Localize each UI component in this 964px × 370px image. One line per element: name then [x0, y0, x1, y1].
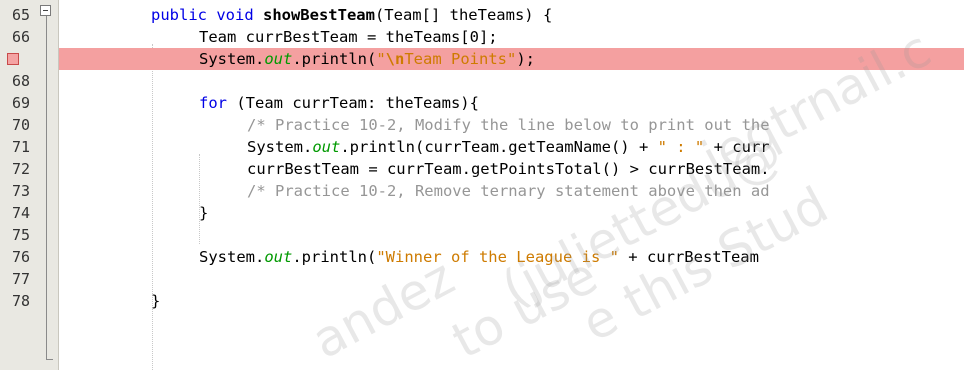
code-token: ": [376, 50, 386, 68]
code-text: System.out.println(currTeam.getTeamName(…: [247, 136, 770, 158]
line-number[interactable]: 78: [0, 290, 36, 312]
line-number[interactable]: 76: [0, 246, 36, 268]
line-number-label: 71: [11, 138, 30, 156]
code-editor[interactable]: 65 66 68 69 70 71 72 73 74 75 76 77 78 public void s…: [0, 0, 964, 370]
code-line[interactable]: /* Practice 10-2, Modify the line below …: [59, 114, 964, 136]
code-token: Team currBestTeam = theTeams[0];: [199, 28, 498, 46]
code-token: System.: [199, 50, 265, 68]
code-line[interactable]: for (Team currTeam: theTeams){: [59, 92, 964, 114]
code-token: /* Practice 10-2, Modify the line below …: [247, 116, 770, 134]
code-token: );: [516, 50, 535, 68]
code-token: "Winner of the League is ": [376, 248, 619, 266]
code-token: }: [199, 204, 209, 222]
code-line[interactable]: }: [59, 290, 964, 312]
code-token: public void: [151, 6, 263, 24]
code-token: for: [199, 94, 227, 112]
code-token: .println(currTeam.getTeamName() +: [340, 138, 658, 156]
code-line[interactable]: public void showBestTeam(Team[] theTeams…: [59, 4, 964, 26]
line-number[interactable]: 72: [0, 158, 36, 180]
line-number[interactable]: 69: [0, 92, 36, 114]
line-number-label: 74: [11, 204, 30, 222]
code-token: (Team currTeam: theTeams){: [227, 94, 479, 112]
line-number-label: 75: [11, 226, 30, 244]
code-text: currBestTeam = currTeam.getPointsTotal()…: [247, 158, 770, 180]
code-line[interactable]: /* Practice 10-2, Remove ternary stateme…: [59, 180, 964, 202]
code-line[interactable]: }: [59, 202, 964, 224]
fold-guide-line: [46, 16, 47, 359]
code-text: }: [199, 202, 208, 224]
code-line[interactable]: [59, 268, 964, 290]
code-area[interactable]: public void showBestTeam(Team[] theTeams…: [59, 0, 964, 370]
fold-end-marker: [46, 359, 53, 360]
line-number-label: 65: [11, 6, 30, 24]
line-number-label: 72: [11, 160, 30, 178]
code-token: " : ": [657, 138, 705, 156]
code-token: }: [151, 292, 161, 310]
code-token: System.: [247, 138, 313, 156]
code-line[interactable]: System.out.println("Winner of the League…: [59, 246, 964, 268]
code-token: (Team[] theTeams) {: [374, 6, 553, 24]
code-token: .println(: [292, 50, 377, 68]
line-number-label: 69: [11, 94, 30, 112]
line-number-label: 77: [11, 270, 30, 288]
code-line[interactable]: Team currBestTeam = theTeams[0];: [59, 26, 964, 48]
fold-collapse-icon[interactable]: [40, 5, 51, 16]
code-text: }: [151, 290, 160, 312]
line-number-label: 70: [11, 116, 30, 134]
code-text: public void showBestTeam(Team[] theTeams…: [151, 4, 552, 26]
code-token: /* Practice 10-2, Remove ternary stateme…: [247, 182, 770, 200]
code-token: out: [312, 138, 341, 156]
code-text: /* Practice 10-2, Modify the line below …: [247, 114, 770, 136]
line-number[interactable]: [0, 48, 36, 70]
line-number-label: 73: [11, 182, 30, 200]
code-text: for (Team currTeam: theTeams){: [199, 92, 479, 114]
code-line[interactable]: [59, 70, 964, 92]
code-token: currBestTeam = currTeam.getPointsTotal()…: [247, 160, 770, 178]
code-text: /* Practice 10-2, Remove ternary stateme…: [247, 180, 770, 202]
code-line[interactable]: currBestTeam = currTeam.getPointsTotal()…: [59, 158, 964, 180]
line-number[interactable]: 71: [0, 136, 36, 158]
code-line[interactable]: System.out.println(currTeam.getTeamName(…: [59, 136, 964, 158]
code-token: System.: [199, 248, 265, 266]
code-token: out: [264, 248, 293, 266]
code-token: + currBestTeam: [618, 248, 759, 266]
code-token: out: [264, 50, 293, 68]
code-text: System.out.println("\nTeam Points");: [199, 48, 535, 70]
line-number[interactable]: 70: [0, 114, 36, 136]
line-number[interactable]: 65: [0, 4, 36, 26]
code-token: showBestTeam: [262, 6, 375, 24]
code-token: Team Points": [404, 50, 517, 68]
line-number-label: 66: [11, 28, 30, 46]
code-line[interactable]: [59, 224, 964, 246]
line-number-label: 68: [11, 72, 30, 90]
breakpoint-code-line[interactable]: System.out.println("\nTeam Points");: [59, 48, 964, 70]
line-number[interactable]: 74: [0, 202, 36, 224]
line-number[interactable]: 68: [0, 70, 36, 92]
code-text: Team currBestTeam = theTeams[0];: [199, 26, 498, 48]
code-token: .println(: [292, 248, 377, 266]
code-token: \n: [385, 50, 405, 68]
code-text: System.out.println("Winner of the League…: [199, 246, 759, 268]
code-token: + curr: [704, 138, 770, 156]
line-number[interactable]: 75: [0, 224, 36, 246]
line-number-label: 76: [11, 248, 30, 266]
line-number[interactable]: 66: [0, 26, 36, 48]
line-number-gutter[interactable]: 65 66 68 69 70 71 72 73 74 75 76 77 78: [0, 0, 59, 370]
line-number[interactable]: 77: [0, 268, 36, 290]
line-number[interactable]: 73: [0, 180, 36, 202]
line-number-label: 78: [11, 292, 30, 310]
